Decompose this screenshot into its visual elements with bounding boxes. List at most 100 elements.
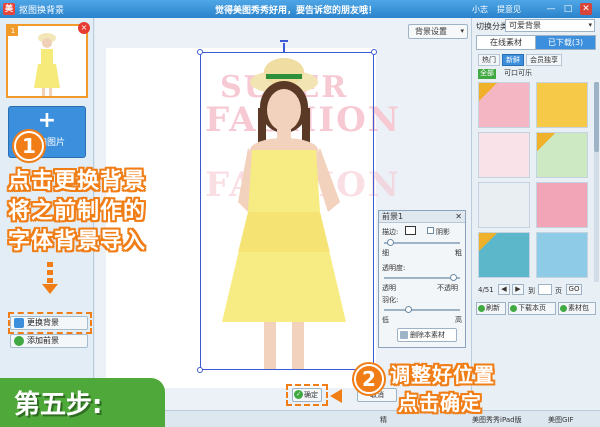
delete-material-button[interactable]: 删除本素材 [397,328,457,342]
foreground-panel: 前景1 ✕ 描边: 阴影 细 粗 透明度: 透明 不透明 羽化: 低 高 删除本… [378,210,466,348]
step1-dashed-arrow [47,262,53,284]
download-page-button[interactable]: 下载本页 [508,302,556,315]
user-name[interactable]: 小志 [472,4,488,15]
category-select[interactable]: 可爱背景 ▾ [505,19,595,32]
resize-handle[interactable] [197,367,203,373]
material-scrollbar[interactable] [594,82,599,282]
status-left-text: 精 [380,416,387,424]
girl-thumbnail-icon [34,33,60,96]
shadow-label: 阴影 [436,228,450,236]
step1-instruction-line1: 点击更换背景 [8,169,147,194]
material-thumb[interactable] [478,82,530,128]
material-thumb[interactable] [478,132,530,178]
package-icon [560,305,567,312]
step1-instruction-line3: 字体背景导入 [8,229,147,254]
prev-page-button[interactable]: ◀ [498,284,510,295]
feedback-link[interactable]: 提意见 [497,4,521,15]
background-settings-label: 背景设置 [415,27,447,36]
add-foreground-button[interactable]: 添加前景 [10,334,88,348]
foreground-panel-header: 前景1 ✕ [379,211,465,223]
transparency-slider[interactable] [384,274,460,281]
subtab-hot[interactable]: 热门 [478,54,500,66]
close-button[interactable]: ✕ [580,3,592,15]
vip-ribbon-icon [537,133,555,151]
download-icon [510,305,517,312]
tab-online-materials[interactable]: 在线素材 [476,35,536,50]
rotate-handle-cap [280,40,288,44]
maximize-button[interactable]: □ [562,3,574,15]
step-banner-text: 第五步: [14,390,103,420]
transparency-slider-knob[interactable] [449,274,457,281]
feather-label: 羽化: [382,296,399,304]
chevron-down-icon: ▾ [460,27,464,35]
opaque-label: 不透明 [437,284,458,292]
status-gif-link[interactable]: 美图GIF [548,415,574,425]
transparency-label: 透明度: [382,264,406,272]
rotate-handle-icon[interactable] [283,43,285,52]
goto-label: 到 [528,287,535,295]
subtab-new[interactable]: 新鲜 [502,54,524,66]
background-settings-button[interactable]: 背景设置 ▾ [408,24,468,39]
title-bar: 美 抠图换背景 觉得美图秀秀好用，要告诉您的朋友哦！ 小志 提意见 — □ ✕ [0,0,600,18]
material-grid [478,82,592,282]
step2-instruction-line2: 点击确定 [398,391,482,415]
image-thumbnail[interactable]: 1 × [6,22,90,98]
go-button[interactable]: GO [566,284,582,295]
confirm-highlight [286,384,328,406]
right-panel: 切换分类 可爱背景 ▾ 在线素材 已下载(3) 热门 新鲜 会员独享 全部 可口… [471,18,600,410]
selection-box[interactable] [200,52,374,370]
step2-number-badge: 2 [354,364,384,394]
promo-text: 觉得美图秀秀好用，要告诉您的朋友哦！ [215,6,378,16]
next-page-button[interactable]: ▶ [512,284,524,295]
shadow-checkbox[interactable] [427,227,434,234]
border-label: 描边: [382,228,399,236]
feather-slider-knob[interactable] [404,306,412,313]
refresh-icon [478,305,485,312]
step1-instruction-line2: 将之前制作的 [8,199,147,224]
step2-arrow-icon [330,389,342,403]
filter-cocacola[interactable]: 可口可乐 [502,69,534,79]
material-pack-label: 素材包 [568,304,589,312]
material-thumb[interactable] [478,182,530,228]
border-slider-knob[interactable] [387,239,395,246]
subtab-vip[interactable]: 会员独享 [526,54,562,66]
refresh-label: 刷新 [486,304,500,312]
delete-material-label: 删除本素材 [410,331,445,339]
step1-arrow-head-icon [42,284,58,294]
border-color-swatch[interactable] [405,226,416,235]
transparent-label: 透明 [382,284,396,292]
vip-ribbon-icon [479,83,497,101]
material-thumb[interactable] [536,132,588,178]
material-thumb[interactable] [536,82,588,128]
page-indicator: 4/51 [478,286,494,294]
border-slider[interactable] [384,239,460,246]
app-logo-icon: 美 [3,3,15,15]
close-icon[interactable]: ✕ [455,211,462,222]
high-label: 高 [455,316,462,324]
thick-label: 粗 [455,249,462,257]
refresh-button[interactable]: 刷新 [476,302,506,315]
download-page-label: 下载本页 [518,304,546,312]
material-thumb[interactable] [536,232,588,278]
step1-number-badge: 1 [14,131,44,161]
step-banner: 第五步: [0,378,165,427]
thin-label: 细 [382,249,389,257]
thumbnail-close-icon[interactable]: × [78,22,90,34]
page-label: 页 [555,287,562,295]
resize-handle[interactable] [371,49,377,55]
thumbnail-number: 1 [8,26,18,36]
chevron-down-icon: ▾ [588,21,592,29]
page-input[interactable] [538,284,552,295]
filter-all[interactable]: 全部 [478,69,496,79]
category-label: 切换分类 [476,22,508,31]
resize-handle[interactable] [197,49,203,55]
material-thumb[interactable] [478,232,530,278]
feather-slider[interactable] [384,306,460,313]
add-icon [14,336,24,346]
material-thumb[interactable] [536,182,588,228]
minimize-button[interactable]: — [545,3,557,15]
step2-instruction-line1: 调整好位置 [390,363,495,387]
tab-downloaded[interactable]: 已下载(3) [535,35,596,50]
material-pack-button[interactable]: 素材包 [558,302,596,315]
scroll-thumb[interactable] [594,82,599,152]
